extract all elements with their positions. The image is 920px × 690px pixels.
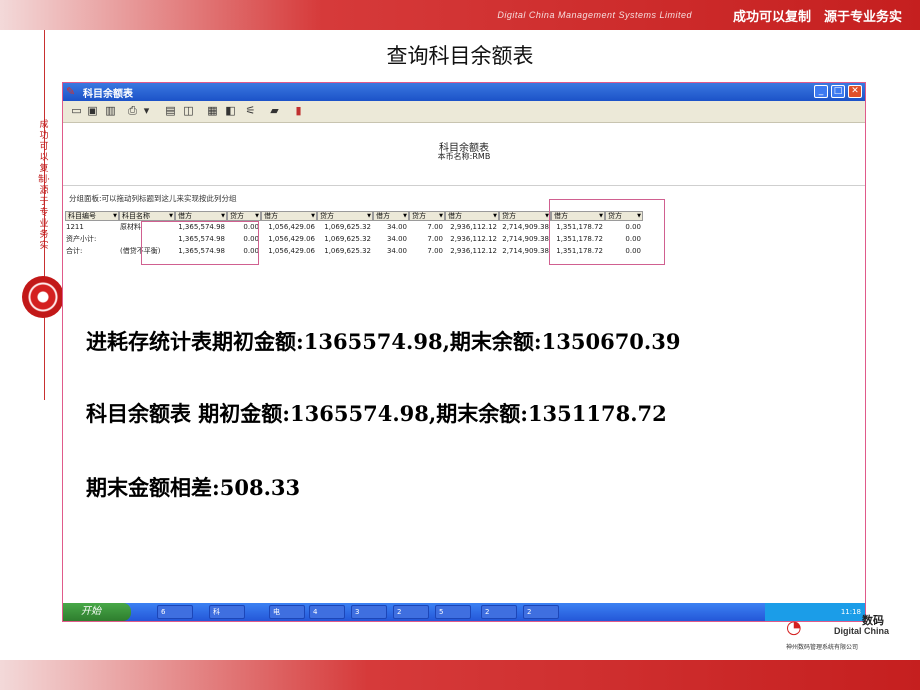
taskbar-item[interactable]: 4 — [309, 605, 345, 619]
filter-icon[interactable]: ▦ — [205, 104, 220, 118]
logo-sub: 神州数码管理系统有限公司 — [786, 644, 859, 651]
column-dropdown-icon[interactable]: ▼ — [439, 213, 443, 219]
grid-cell[interactable]: 1,056,429.06 — [262, 222, 315, 233]
taskbar-item[interactable]: 科 — [209, 605, 245, 619]
opening-balance-highlight — [141, 221, 259, 265]
column-dropdown-icon[interactable]: ▼ — [311, 213, 315, 219]
grid-cell[interactable]: 2,714,909.38 — [500, 246, 549, 257]
taskbar-item[interactable]: 电 — [269, 605, 305, 619]
logo-mark-icon: ◔ — [786, 617, 802, 638]
header-tagline: 成功可以复制 源于专业务实 — [732, 10, 902, 25]
delete-icon[interactable]: ▥ — [103, 104, 118, 118]
top-banner: Digital China Management Systems Limited… — [0, 0, 920, 30]
column-header[interactable]: 科目名称 ▼ — [119, 211, 175, 221]
window-title: 科目余额表 — [83, 89, 133, 100]
column-dropdown-icon[interactable]: ▼ — [493, 213, 497, 219]
logo-en: Digital China — [834, 626, 890, 636]
grid-cell[interactable]: 34.00 — [374, 246, 407, 257]
column-header[interactable]: 借方 ▼ — [175, 211, 227, 221]
taskbar-item[interactable]: 2 — [393, 605, 429, 619]
taskbar-item[interactable]: 2 — [481, 605, 517, 619]
column-header[interactable]: 贷方 ▼ — [409, 211, 445, 221]
column-header[interactable]: 借方 ▼ — [445, 211, 499, 221]
grid-cell[interactable]: 34.00 — [374, 234, 407, 245]
column-header[interactable]: 借方 ▼ — [373, 211, 409, 221]
grid-cell[interactable]: 2,936,112.12 — [446, 222, 497, 233]
preview-icon[interactable]: ⎙ — [125, 104, 140, 118]
bottom-banner — [0, 660, 920, 690]
column-dropdown-icon[interactable]: ▼ — [403, 213, 407, 219]
note-line-3: 期末金额相差:508.33 — [86, 475, 301, 500]
disc-logo-icon — [22, 276, 64, 318]
taskbar-item[interactable]: 2 — [523, 605, 559, 619]
refresh-icon[interactable]: ◫ — [181, 104, 196, 118]
column-header[interactable]: 科目编号 ▼ — [65, 211, 119, 221]
grid-cell[interactable]: 合计: — [66, 246, 117, 257]
column-dropdown-icon[interactable]: ▼ — [221, 213, 225, 219]
grid-cell[interactable]: 7.00 — [410, 234, 443, 245]
export-icon[interactable]: ◧ — [223, 104, 238, 118]
minimize-button[interactable]: _ — [814, 85, 828, 98]
closing-balance-highlight — [549, 199, 665, 265]
grid-cell[interactable]: 资产小计: — [66, 234, 117, 245]
grid-cell[interactable]: 2,714,909.38 — [500, 222, 549, 233]
column-dropdown-icon[interactable]: ▼ — [367, 213, 371, 219]
left-vertical-text: 成功可以复制·源于专业务实 — [38, 120, 50, 251]
header-company: Digital China Management Systems Limited — [497, 10, 692, 20]
window-titlebar[interactable]: ✎ 科目余额表 _ □ ✕ — [63, 83, 865, 101]
taskbar-item[interactable]: 3 — [351, 605, 387, 619]
grid-cell[interactable]: 7.00 — [410, 246, 443, 257]
column-header[interactable]: 贷方 ▼ — [317, 211, 373, 221]
dropdown-arrow-icon[interactable]: ▾ — [139, 104, 154, 118]
grid-cell[interactable]: 1,069,625.32 — [318, 222, 371, 233]
grid-cell[interactable]: 1211 — [66, 222, 117, 233]
grid-cell[interactable]: 34.00 — [374, 222, 407, 233]
column-header[interactable]: 借方 ▼ — [261, 211, 317, 221]
column-header[interactable]: 贷方 ▼ — [499, 211, 551, 221]
note-line-2: 科目余额表 期初金额:1365574.98,期末余额:1351178.72 — [86, 401, 667, 426]
maximize-button[interactable]: □ — [831, 85, 845, 98]
note-line-1: 进耗存统计表期初金额:1365574.98,期末余额:1350670.39 — [86, 329, 681, 354]
report-currency: 本币名称:RMB — [437, 152, 491, 161]
start-button[interactable]: 开始 — [63, 603, 131, 621]
column-dropdown-icon[interactable]: ▼ — [255, 213, 259, 219]
column-header[interactable]: 贷方 ▼ — [227, 211, 261, 221]
slide-title: 查询科目余额表 — [386, 44, 534, 68]
column-dropdown-icon[interactable]: ▼ — [113, 213, 117, 219]
grid-cell[interactable]: 1,056,429.06 — [262, 234, 315, 245]
report-separator — [63, 185, 865, 186]
taskbar-item[interactable]: 6 — [157, 605, 193, 619]
app-icon: ✎ — [66, 85, 76, 98]
toolbar: ▭ ▣ ▥ ⎙ ▾ ▤ ◫ ▦ ◧ ⚟ ▰ ▮ — [63, 101, 865, 123]
taskbar-item[interactable]: 5 — [435, 605, 471, 619]
group-panel-hint: 分组面板:可以拖动列标题到这儿来实现按此列分组 — [69, 194, 237, 203]
print-icon[interactable]: ▤ — [163, 104, 178, 118]
taskbar: 开始 6科电432522 11:18 — [63, 603, 865, 621]
grid-cell[interactable]: 1,069,625.32 — [318, 246, 371, 257]
open-icon[interactable]: ▭ — [69, 104, 84, 118]
grid-cell[interactable]: 7.00 — [410, 222, 443, 233]
settings-icon[interactable]: ⚟ — [243, 104, 258, 118]
save-icon[interactable]: ▣ — [85, 104, 100, 118]
close-button[interactable]: ✕ — [848, 85, 862, 98]
grid-cell[interactable]: 2,936,112.12 — [446, 234, 497, 245]
grid-cell[interactable]: 1,069,625.32 — [318, 234, 371, 245]
chart-icon[interactable]: ▰ — [267, 104, 282, 118]
grid-cell[interactable]: 1,056,429.06 — [262, 246, 315, 257]
grid-cell[interactable]: 2,936,112.12 — [446, 246, 497, 257]
exit-icon[interactable]: ▮ — [291, 104, 306, 118]
grid-cell[interactable]: 2,714,909.38 — [500, 234, 549, 245]
column-dropdown-icon[interactable]: ▼ — [169, 213, 173, 219]
digital-china-logo: ◔ 数码 Digital China 神州数码管理系统有限公司 — [786, 612, 898, 656]
